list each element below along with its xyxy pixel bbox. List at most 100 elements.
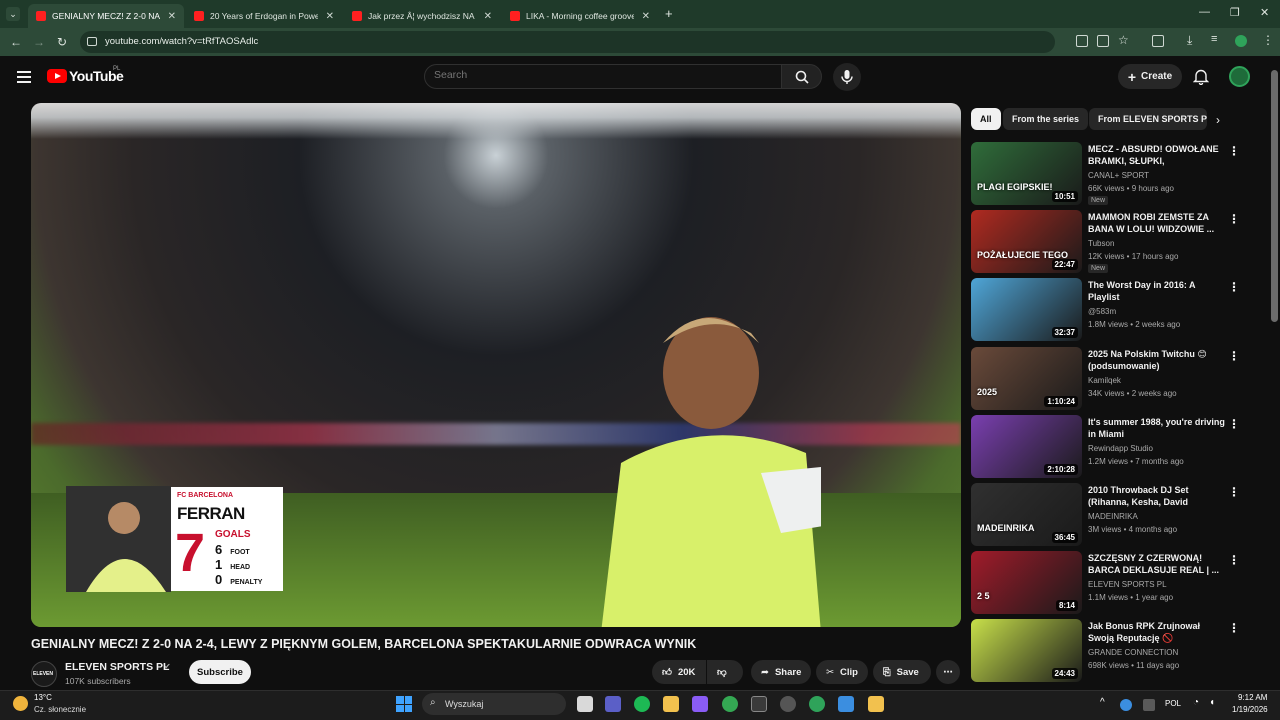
video-player[interactable]: FC BARCELONA FERRAN 7 GOALS 6 FOOT 1 HEAD … <box>31 103 961 627</box>
video-thumbnail[interactable]: MADEINRIKA 36:45 <box>971 483 1082 546</box>
close-tab-icon[interactable]: ✕ <box>168 11 176 22</box>
more-options-icon[interactable]: ⋮ <box>1228 212 1240 226</box>
forward-arrow-icon[interactable]: → <box>33 35 45 49</box>
dislike-button[interactable]: 👎︎ <box>707 660 743 684</box>
chip-from-channel[interactable]: From ELEVEN SPORTS PL <box>1089 108 1207 130</box>
tab-search-button[interactable]: ⌄ <box>6 7 20 21</box>
recommended-video[interactable]: MADEINRIKA 36:45 2010 Throwback DJ Set (Ri… <box>971 483 1261 547</box>
profile-icon[interactable] <box>1235 35 1247 47</box>
video-thumbnail[interactable]: 2 5 8:14 <box>971 551 1082 615</box>
browser-tab[interactable]: 20 Years of Erdogan in Power: ✕ <box>186 4 342 28</box>
recommended-video[interactable]: 24:43 Jak Bonus RPK Zrujnował Swoją Reput… <box>971 619 1261 683</box>
spotify-icon[interactable] <box>634 696 650 712</box>
translate-icon[interactable] <box>1097 35 1109 47</box>
video-thumbnail[interactable]: 32:37 <box>971 278 1082 342</box>
recommended-video[interactable]: PLAGI EGIPSKIE! 10:51 MECZ - ABSURD! ODWOŁ… <box>971 142 1261 206</box>
video-title[interactable]: It's summer 1988, you're driving in Miam… <box>1088 416 1226 440</box>
video-thumbnail[interactable]: 2025 1:10:24 <box>971 346 1082 410</box>
input-language[interactable]: POL <box>1165 699 1181 708</box>
site-info-icon[interactable] <box>87 37 97 46</box>
clock-date[interactable]: 1/19/2026 <box>1232 705 1268 714</box>
channel-name[interactable]: Tubson <box>1088 239 1114 248</box>
more-options-icon[interactable]: ⋮ <box>1228 144 1240 158</box>
app-icon[interactable] <box>692 696 708 712</box>
browser-menu-icon[interactable]: ⋮ <box>1262 33 1274 47</box>
search-input[interactable] <box>434 69 764 81</box>
account-avatar[interactable] <box>1229 66 1250 87</box>
reload-icon[interactable]: ↻ <box>57 35 67 49</box>
browser-tab[interactable]: GENIALNY MECZ! Z 2-0 NA ✕ <box>28 4 184 28</box>
notifications-bell-icon[interactable] <box>1193 68 1209 85</box>
channel-name[interactable]: CANAL+ SPORT <box>1088 171 1149 180</box>
more-options-icon[interactable]: ⋮ <box>1228 417 1240 431</box>
video-title[interactable]: The Worst Day in 2016: A Playlist <box>1088 279 1226 303</box>
subscribe-button[interactable]: Subscribe <box>189 660 251 684</box>
new-tab-icon[interactable]: + <box>665 6 673 21</box>
more-options-icon[interactable]: ⋮ <box>1228 485 1240 499</box>
chip-all[interactable]: All <box>971 108 1001 130</box>
app-icon[interactable] <box>868 696 884 712</box>
chip-from-series[interactable]: From the series <box>1003 108 1089 130</box>
minimize-window-icon[interactable]: — <box>1199 6 1210 18</box>
weather-description[interactable]: Cz. słonecznie <box>34 705 86 714</box>
channel-name[interactable]: @583m <box>1088 307 1116 316</box>
close-tab-icon[interactable]: ✕ <box>484 11 492 22</box>
close-window-icon[interactable]: ✕ <box>1260 6 1269 19</box>
volume-icon[interactable]: ◖ <box>1209 697 1215 708</box>
video-thumbnail[interactable]: POŻAŁUJECIE TEGO 22:47 <box>971 210 1082 274</box>
search-button[interactable] <box>781 64 822 89</box>
hamburger-menu-icon[interactable] <box>17 71 31 83</box>
channel-name[interactable]: ELEVEN SPORTS PL <box>1088 580 1167 589</box>
like-button[interactable]: 👍︎ 20K <box>652 660 706 684</box>
video-thumbnail[interactable]: 24:43 <box>971 619 1082 683</box>
download-icon[interactable]: ⤓ <box>1187 33 1192 48</box>
reading-list-icon[interactable]: ≡ <box>1211 33 1217 45</box>
youtube-logo-icon[interactable] <box>47 69 67 83</box>
channel-name[interactable]: MADEINRIKA <box>1088 512 1138 521</box>
tray-chevron-up-icon[interactable]: ^ <box>1100 697 1105 708</box>
share-button[interactable]: ➦ Share <box>751 660 811 684</box>
browser-tab[interactable]: LIKA - Morning coffee grooves ✕ <box>502 4 658 28</box>
cast-icon[interactable] <box>1076 35 1088 47</box>
more-options-icon[interactable]: ⋮ <box>1228 553 1240 567</box>
chrome-icon[interactable] <box>722 696 738 712</box>
video-title[interactable]: Jak Bonus RPK Zrujnował Swoją Reputację … <box>1088 620 1226 644</box>
more-options-icon[interactable]: ⋮ <box>1228 621 1240 635</box>
settings-gear-icon[interactable] <box>780 696 796 712</box>
close-tab-icon[interactable]: ✕ <box>642 11 650 22</box>
channel-name[interactable]: ELEVEN SPORTS PL <box>65 661 169 673</box>
recommended-video[interactable]: 2:10:28 It's summer 1988, you're driving … <box>971 414 1261 479</box>
weather-temperature[interactable]: 13°C <box>34 693 52 702</box>
video-thumbnail[interactable]: 2:10:28 <box>971 414 1082 478</box>
bookmark-star-icon[interactable]: ☆ <box>1118 33 1129 47</box>
recommended-video[interactable]: 2025 1:10:24 2025 Na Polskim Twitchu 😊 (po… <box>971 346 1261 411</box>
video-title[interactable]: 2010 Throwback DJ Set (Rihanna, Kesha, D… <box>1088 484 1226 509</box>
weather-sun-icon[interactable] <box>13 696 28 711</box>
clock-time[interactable]: 9:12 AM <box>1238 693 1267 702</box>
channel-name[interactable]: Rewindapp Studio <box>1088 444 1153 453</box>
url-text[interactable]: youtube.com/watch?v=tRfTAOSAdlc <box>105 36 258 47</box>
scrollbar-thumb[interactable] <box>1271 70 1278 322</box>
windows-start-icon[interactable] <box>396 696 412 712</box>
save-button[interactable]: ⎘ Save <box>873 660 931 684</box>
taskbar-search[interactable]: ⌕ Wyszukaj <box>422 693 566 715</box>
task-view-icon[interactable] <box>577 696 593 712</box>
channel-avatar[interactable] <box>31 661 57 687</box>
chevron-right-icon[interactable]: › <box>1216 113 1220 127</box>
clip-button[interactable]: ✂ Clip <box>816 660 868 684</box>
create-button[interactable]: + Create <box>1118 64 1182 89</box>
back-arrow-icon[interactable]: ← <box>10 35 22 49</box>
video-thumbnail[interactable]: PLAGI EGIPSKIE! 10:51 <box>971 142 1082 205</box>
close-tab-icon[interactable]: ✕ <box>326 11 334 22</box>
terminal-icon[interactable] <box>751 696 767 712</box>
browser-tab[interactable]: Jak przez Â¦ wychodzisz NA GŁ ✕ <box>344 4 500 28</box>
channel-name[interactable]: Kamilqek <box>1088 376 1121 385</box>
recommended-video[interactable]: 2 5 8:14 SZCZĘSNY Z CZERWONĄ! BARCA DEKLAS… <box>971 551 1261 615</box>
chrome-profile-icon[interactable] <box>809 696 825 712</box>
wifi-icon[interactable]: ◔ <box>1193 697 1199 708</box>
video-title[interactable]: MECZ - ABSURD! ODWOŁANE BRAMKI, SŁUPKI, … <box>1088 143 1226 168</box>
file-explorer-icon[interactable] <box>663 696 679 712</box>
more-actions-button[interactable]: ⋯ <box>936 660 960 684</box>
video-title[interactable]: SZCZĘSNY Z CZERWONĄ! BARCA DEKLASUJE REA… <box>1088 552 1226 576</box>
teams-icon[interactable] <box>605 696 621 712</box>
